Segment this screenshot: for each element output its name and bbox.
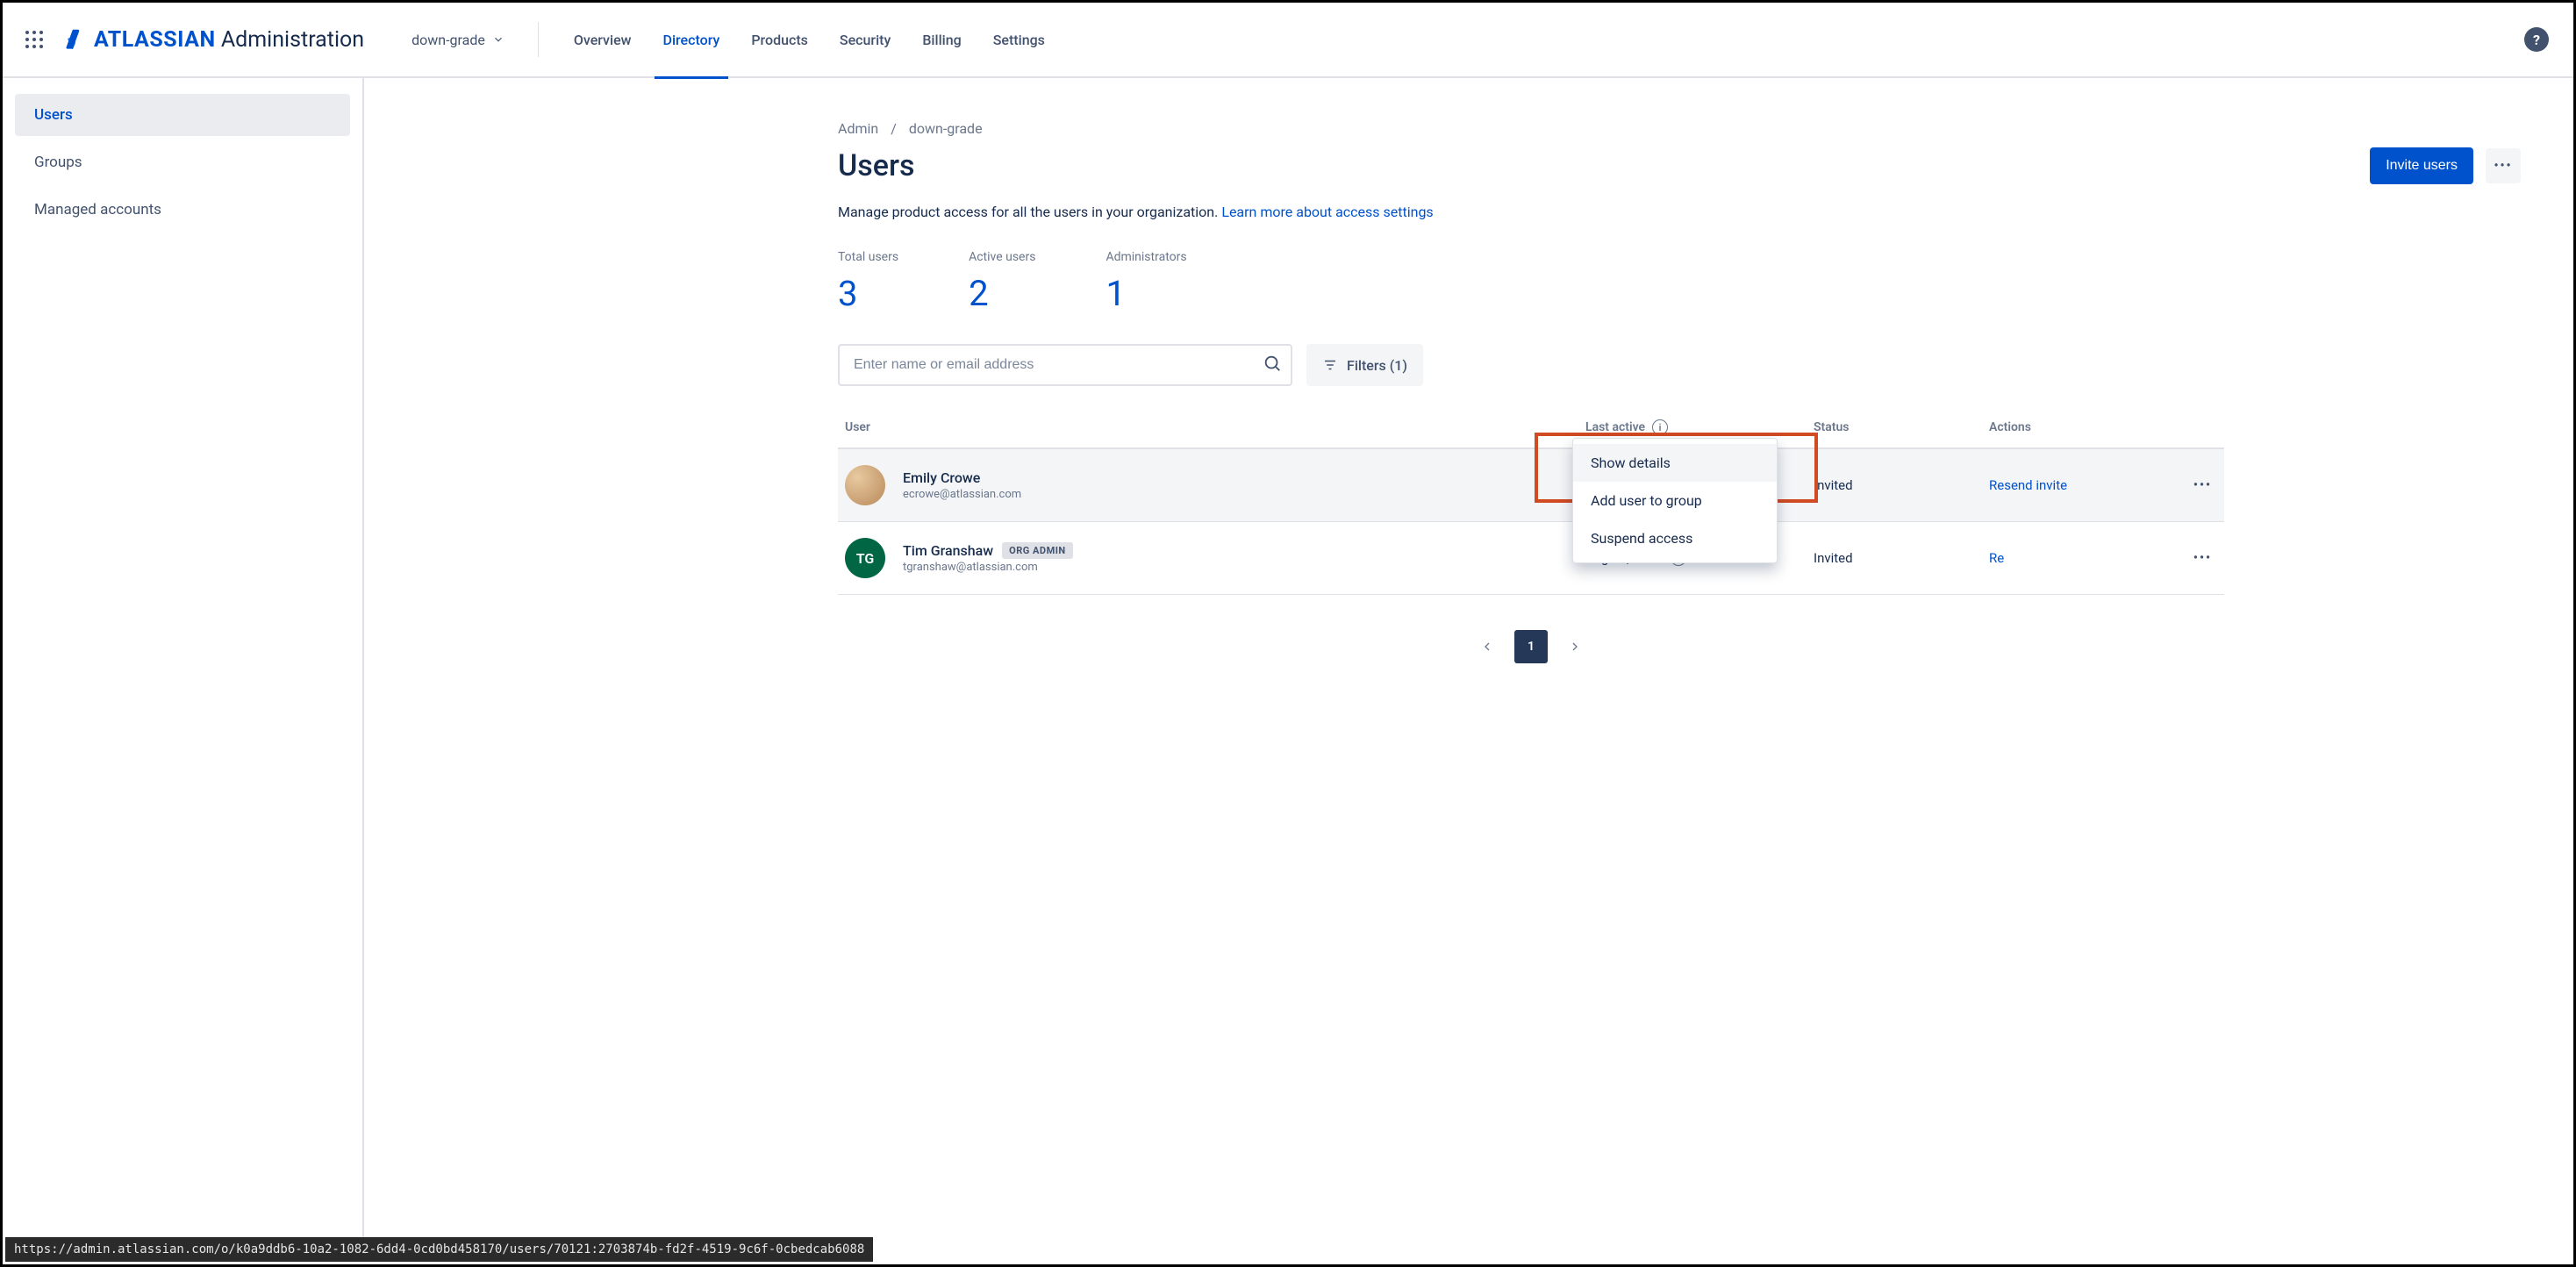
sidebar: Users Groups Managed accounts [3, 78, 364, 1240]
nav-tab-security[interactable]: Security [826, 2, 905, 77]
stat-total-users: Total users 3 [838, 250, 898, 314]
brand[interactable]: ATLASSIAN Administration [61, 27, 364, 53]
org-admin-badge: ORG ADMIN [1002, 542, 1073, 559]
th-last-active: Last active i [1585, 419, 1814, 435]
page-title: Users [838, 148, 914, 183]
table-row[interactable]: Emily Crowe ecrowe@atlassian.comAug 04, … [838, 449, 2224, 522]
stat-label: Total users [838, 250, 898, 264]
page-prev[interactable] [1470, 630, 1504, 663]
table-row[interactable]: TG Tim Granshaw ORG ADMIN tgranshaw@atlass… [838, 522, 2224, 595]
breadcrumb: Admin / down-grade [838, 120, 2521, 137]
stat-active-users: Active users 2 [969, 250, 1035, 314]
page-current[interactable]: 1 [1514, 630, 1548, 663]
th-status: Status [1814, 420, 1989, 434]
brand-name: ATLASSIAN [94, 27, 216, 53]
nav-tabs: OverviewDirectoryProductsSecurityBilling… [560, 2, 1059, 77]
filter-icon [1322, 357, 1338, 373]
stat-value: 2 [969, 273, 1035, 314]
sidebar-item-groups[interactable]: Groups [15, 141, 350, 183]
th-actions: Actions [1989, 420, 2217, 434]
breadcrumb-org[interactable]: down-grade [909, 120, 983, 137]
user-email: tgranshaw@atlassian.com [903, 561, 1073, 574]
brand-suffix: Administration [221, 27, 364, 53]
stat-label: Administrators [1106, 250, 1186, 264]
stats-row: Total users 3 Active users 2 Administrators 1 [838, 250, 2521, 314]
actions-cell: Resend invite ••• [1989, 475, 2217, 496]
avatar [845, 465, 885, 505]
th-user: User [845, 420, 1585, 434]
org-name: down-grade [411, 32, 485, 48]
org-switcher[interactable]: down-grade [399, 25, 517, 55]
top-nav: ATLASSIAN Administration down-grade Over… [3, 3, 2573, 78]
resend-invite-link[interactable]: Resend invite [1989, 477, 2067, 493]
row-menu-button[interactable]: ••• [2188, 475, 2217, 496]
menu-suspend-access[interactable]: Suspend access [1573, 519, 1777, 557]
stat-administrators: Administrators 1 [1106, 250, 1186, 314]
filters-button[interactable]: Filters (1) [1306, 344, 1423, 386]
breadcrumb-sep: / [891, 120, 897, 137]
chevron-left-icon [1480, 640, 1494, 654]
users-table: User Last active i Status Actions Emily … [838, 407, 2224, 595]
breadcrumb-root[interactable]: Admin [838, 120, 878, 137]
avatar: TG [845, 538, 885, 578]
chevron-right-icon [1568, 640, 1582, 654]
table-header: User Last active i Status Actions [838, 407, 2224, 449]
help-icon[interactable]: ? [2524, 27, 2549, 52]
status-cell: Invited [1814, 550, 1989, 566]
learn-more-link[interactable]: Learn more about access settings [1221, 204, 1433, 220]
menu-add-user-to-group[interactable]: Add user to group [1573, 482, 1777, 519]
sidebar-item-users[interactable]: Users [15, 94, 350, 136]
resend-invite-link[interactable]: Re [1989, 550, 2004, 566]
main-content: Admin / down-grade Users Invite users ••… [364, 78, 2573, 1240]
pagination: 1 [838, 630, 2224, 663]
user-name: Emily Crowe [903, 469, 1021, 486]
nav-tab-overview[interactable]: Overview [560, 2, 646, 77]
user-name: Tim Granshaw ORG ADMIN [903, 542, 1073, 559]
search-input[interactable] [838, 344, 1292, 386]
status-bar-url: https://admin.atlassian.com/o/k0a9ddb6-1… [5, 1237, 873, 1262]
filters-label: Filters (1) [1347, 357, 1407, 374]
atlassian-logo-icon [61, 27, 85, 52]
search-icon[interactable] [1263, 354, 1282, 376]
more-actions-button[interactable]: ••• [2486, 148, 2521, 183]
info-icon[interactable]: i [1652, 419, 1668, 435]
nav-tab-settings[interactable]: Settings [979, 2, 1059, 77]
page-next[interactable] [1558, 630, 1592, 663]
menu-show-details[interactable]: Show details [1573, 444, 1777, 482]
status-cell: Invited [1814, 477, 1989, 493]
user-email: ecrowe@atlassian.com [903, 488, 1021, 501]
nav-tab-billing[interactable]: Billing [908, 2, 975, 77]
actions-cell: Re ••• [1989, 548, 2217, 569]
dots-icon: ••• [2494, 159, 2512, 173]
sidebar-item-managed-accounts[interactable]: Managed accounts [15, 189, 350, 231]
separator [538, 22, 539, 57]
stat-value: 1 [1106, 273, 1186, 314]
row-actions-dropdown: Show details Add user to group Suspend a… [1572, 438, 1778, 563]
user-cell: Emily Crowe ecrowe@atlassian.com [845, 465, 1585, 505]
chevron-down-icon [492, 33, 504, 46]
invite-users-button[interactable]: Invite users [2370, 147, 2473, 184]
page-subtext: Manage product access for all the users … [838, 204, 2521, 220]
app-switcher-icon[interactable] [20, 25, 48, 54]
nav-tab-directory[interactable]: Directory [649, 2, 734, 77]
search-wrap [838, 344, 1292, 386]
nav-tab-products[interactable]: Products [737, 2, 822, 77]
row-menu-button[interactable]: ••• [2188, 548, 2217, 569]
user-cell: TG Tim Granshaw ORG ADMIN tgranshaw@atlass… [845, 538, 1585, 578]
stat-label: Active users [969, 250, 1035, 264]
stat-value: 3 [838, 273, 898, 314]
